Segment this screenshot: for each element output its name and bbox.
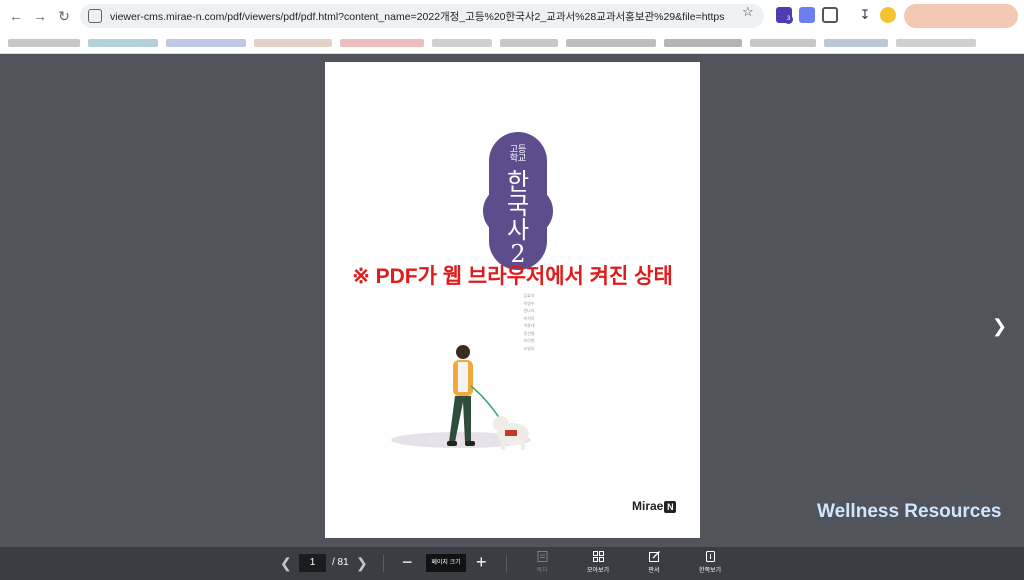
pdf-page: 고등 학교 한 국 사 2 김효숙 곽영수 권나리 박석욱 이용대 정선형 조이… xyxy=(325,62,700,538)
zoom-mode-select[interactable]: 페이지 크기 xyxy=(426,554,466,572)
page-total: / 81 xyxy=(332,557,349,568)
browser-nav-row: ← → ↻ viewer-cms.mirae-n.com/pdf/viewers… xyxy=(0,0,1024,32)
publisher-name: Mirae xyxy=(632,499,664,513)
bookmark-star-icon[interactable]: ☆ xyxy=(742,4,754,20)
author-name: 권나리 xyxy=(523,308,535,313)
bookmark-item[interactable] xyxy=(166,39,246,47)
profile-extension-icon[interactable] xyxy=(880,7,896,23)
toolbar-divider xyxy=(383,555,384,572)
toolbar-divider xyxy=(506,555,507,572)
single-page-label: 한쪽보기 xyxy=(698,568,722,574)
zoom-out-icon[interactable]: − xyxy=(402,551,413,573)
bookmarks-bar xyxy=(0,32,1024,54)
bookmark-item[interactable] xyxy=(432,39,492,47)
next-page-chevron-icon[interactable]: ❯ xyxy=(992,316,1007,337)
profile-chip[interactable] xyxy=(904,4,1018,28)
toc-label: 목차 xyxy=(536,568,548,574)
thumbnails-label: 모아보기 xyxy=(586,568,610,574)
author-name: 박석욱 xyxy=(523,315,535,321)
browser-chrome: ← → ↻ viewer-cms.mirae-n.com/pdf/viewers… xyxy=(0,0,1024,54)
bookmark-item[interactable] xyxy=(824,39,888,47)
annotate-label: 판서 xyxy=(648,568,660,574)
bookmark-item[interactable] xyxy=(254,39,332,47)
publisher-mark: N xyxy=(664,501,677,513)
overlay-note: ※ PDF가 웹 브라우저에서 켜진 상태 xyxy=(352,265,673,288)
single-page-button[interactable]: 한쪽보기 xyxy=(690,551,730,574)
single-page-icon xyxy=(705,551,715,562)
site-settings-icon[interactable] xyxy=(88,9,102,23)
bookmark-item[interactable] xyxy=(500,39,558,47)
bookmark-item[interactable] xyxy=(8,39,80,47)
title-char: 사 xyxy=(506,216,530,244)
address-url[interactable]: viewer-cms.mirae-n.com/pdf/viewers/pdf/p… xyxy=(110,9,725,24)
man-walking-dog-illustration xyxy=(447,345,529,450)
download-icon[interactable]: ↧ xyxy=(857,7,873,23)
grid-icon xyxy=(592,551,604,562)
back-arrow-icon[interactable]: ← xyxy=(6,6,26,26)
author-name: 김효숙 xyxy=(523,293,535,298)
pdf-viewer: 고등 학교 한 국 사 2 김효숙 곽영수 권나리 박석욱 이용대 정선형 조이… xyxy=(0,54,1024,547)
author-name: 정선형 xyxy=(523,330,535,336)
zoom-in-icon[interactable]: + xyxy=(476,551,487,573)
pen-edit-icon xyxy=(648,551,660,562)
bookmark-item[interactable] xyxy=(664,39,742,47)
bookmark-item[interactable] xyxy=(896,39,976,47)
school-label-line2: 학교 xyxy=(509,154,527,164)
title-char: 한 xyxy=(506,168,530,196)
toc-button[interactable]: 목차 xyxy=(522,551,562,574)
annotate-button[interactable]: 판서 xyxy=(634,551,674,574)
extensions-puzzle-icon[interactable] xyxy=(822,7,838,23)
author-name: 곽영수 xyxy=(523,300,535,306)
publisher-logo: Mirae N xyxy=(632,499,677,513)
watermark-text: Wellness Resources xyxy=(817,501,1002,522)
forward-arrow-icon[interactable]: → xyxy=(30,6,50,26)
viewer-toolbar: ❮ 1 / 81 ❯ − 페이지 크기 + 목차 모아보기 판서 한쪽보기 xyxy=(0,547,1024,580)
thumbnails-button[interactable]: 모아보기 xyxy=(578,551,618,574)
title-badge: 고등 학교 한 국 사 2 xyxy=(483,132,553,270)
address-bar[interactable]: viewer-cms.mirae-n.com/pdf/viewers/pdf/p… xyxy=(80,4,764,28)
extension-icon[interactable]: 3 xyxy=(776,7,793,24)
download-manager-icon[interactable] xyxy=(799,7,815,23)
bookmark-item[interactable] xyxy=(566,39,656,47)
prev-page-chevron-icon[interactable]: ❮ xyxy=(280,555,292,572)
extension-badge: 3 xyxy=(784,15,793,24)
page-number-input[interactable]: 1 xyxy=(299,554,326,572)
bookmark-item[interactable] xyxy=(340,39,424,47)
bookmark-item[interactable] xyxy=(88,39,158,47)
author-name: 이용대 xyxy=(523,323,535,328)
bookmark-item[interactable] xyxy=(750,39,816,47)
title-char: 국 xyxy=(506,192,530,220)
document-list-icon xyxy=(537,551,547,562)
reload-icon[interactable]: ↻ xyxy=(54,6,74,26)
next-page-toolbar-chevron-icon[interactable]: ❯ xyxy=(356,555,368,572)
